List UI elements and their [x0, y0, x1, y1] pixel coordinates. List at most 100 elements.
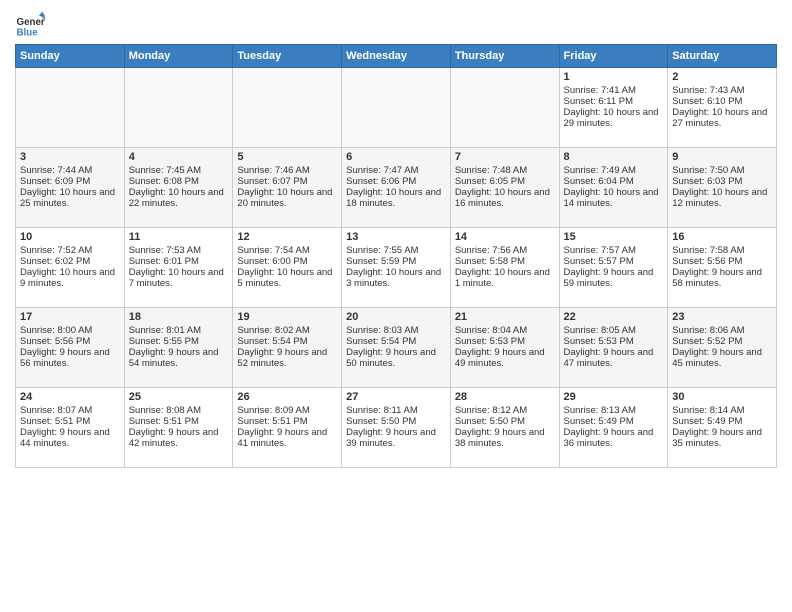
day-number: 11 [129, 231, 229, 243]
calendar-cell: 12Sunrise: 7:54 AMSunset: 6:00 PMDayligh… [233, 228, 342, 308]
sunrise-text: Sunrise: 8:11 AM [346, 405, 446, 416]
day-number: 22 [564, 311, 664, 323]
sunset-text: Sunset: 6:02 PM [20, 256, 120, 267]
calendar-cell: 18Sunrise: 8:01 AMSunset: 5:55 PMDayligh… [124, 308, 233, 388]
sunrise-text: Sunrise: 8:07 AM [20, 405, 120, 416]
sunrise-text: Sunrise: 8:05 AM [564, 325, 664, 336]
sunrise-text: Sunrise: 8:13 AM [564, 405, 664, 416]
day-number: 1 [564, 71, 664, 83]
daylight-text: Daylight: 9 hours and 58 minutes. [672, 267, 772, 289]
daylight-text: Daylight: 10 hours and 27 minutes. [672, 107, 772, 129]
sunrise-text: Sunrise: 7:48 AM [455, 165, 555, 176]
daylight-text: Daylight: 10 hours and 29 minutes. [564, 107, 664, 129]
week-row-2: 3Sunrise: 7:44 AMSunset: 6:09 PMDaylight… [16, 148, 777, 228]
sunset-text: Sunset: 5:50 PM [346, 416, 446, 427]
daylight-text: Daylight: 9 hours and 36 minutes. [564, 427, 664, 449]
calendar-cell: 17Sunrise: 8:00 AMSunset: 5:56 PMDayligh… [16, 308, 125, 388]
calendar-cell: 25Sunrise: 8:08 AMSunset: 5:51 PMDayligh… [124, 388, 233, 468]
col-header-thursday: Thursday [450, 45, 559, 68]
daylight-text: Daylight: 9 hours and 47 minutes. [564, 347, 664, 369]
sunset-text: Sunset: 5:49 PM [564, 416, 664, 427]
sunset-text: Sunset: 5:54 PM [346, 336, 446, 347]
calendar-cell: 28Sunrise: 8:12 AMSunset: 5:50 PMDayligh… [450, 388, 559, 468]
daylight-text: Daylight: 9 hours and 38 minutes. [455, 427, 555, 449]
day-number: 20 [346, 311, 446, 323]
day-number: 24 [20, 391, 120, 403]
daylight-text: Daylight: 10 hours and 25 minutes. [20, 187, 120, 209]
sunset-text: Sunset: 6:05 PM [455, 176, 555, 187]
daylight-text: Daylight: 10 hours and 9 minutes. [20, 267, 120, 289]
calendar-cell: 30Sunrise: 8:14 AMSunset: 5:49 PMDayligh… [668, 388, 777, 468]
day-number: 13 [346, 231, 446, 243]
calendar-cell: 10Sunrise: 7:52 AMSunset: 6:02 PMDayligh… [16, 228, 125, 308]
week-row-5: 24 Sunrise: 8:07 AMSunset: 5:51 PM Dayligh… [16, 388, 777, 468]
daylight-text: Daylight: 10 hours and 1 minute. [455, 267, 555, 289]
sunrise-text: Sunrise: 7:44 AM [20, 165, 120, 176]
calendar-cell: 19Sunrise: 8:02 AMSunset: 5:54 PMDayligh… [233, 308, 342, 388]
day-number: 19 [237, 311, 337, 323]
sunrise-text: Sunrise: 8:12 AM [455, 405, 555, 416]
day-number: 3 [20, 151, 120, 163]
day-number: 4 [129, 151, 229, 163]
calendar-cell: 11Sunrise: 7:53 AMSunset: 6:01 PMDayligh… [124, 228, 233, 308]
calendar-cell: 4Sunrise: 7:45 AMSunset: 6:08 PMDaylight… [124, 148, 233, 228]
sunset-text: Sunset: 6:06 PM [346, 176, 446, 187]
logo-icon: General Blue [15, 10, 45, 40]
day-number: 29 [564, 391, 664, 403]
calendar-cell: 15Sunrise: 7:57 AMSunset: 5:57 PMDayligh… [559, 228, 668, 308]
daylight-text: Daylight: 9 hours and 49 minutes. [455, 347, 555, 369]
sunset-text: Sunset: 5:58 PM [455, 256, 555, 267]
sunrise-text: Sunrise: 8:09 AM [237, 405, 337, 416]
calendar-cell: 1Sunrise: 7:41 AMSunset: 6:11 PMDaylight… [559, 68, 668, 148]
day-number: 21 [455, 311, 555, 323]
calendar-cell: 20Sunrise: 8:03 AMSunset: 5:54 PMDayligh… [342, 308, 451, 388]
sunrise-text: Sunrise: 8:08 AM [129, 405, 229, 416]
day-number: 14 [455, 231, 555, 243]
sunset-text: Sunset: 5:54 PM [237, 336, 337, 347]
day-number: 9 [672, 151, 772, 163]
daylight-text: Daylight: 10 hours and 12 minutes. [672, 187, 772, 209]
calendar-cell: 16Sunrise: 7:58 AMSunset: 5:56 PMDayligh… [668, 228, 777, 308]
daylight-text: Daylight: 10 hours and 14 minutes. [564, 187, 664, 209]
sunrise-text: Sunrise: 7:46 AM [237, 165, 337, 176]
sunset-text: Sunset: 5:51 PM [20, 416, 120, 427]
sunset-text: Sunset: 6:00 PM [237, 256, 337, 267]
daylight-text: Daylight: 10 hours and 5 minutes. [237, 267, 337, 289]
calendar-cell: 22Sunrise: 8:05 AMSunset: 5:53 PMDayligh… [559, 308, 668, 388]
week-row-4: 17Sunrise: 8:00 AMSunset: 5:56 PMDayligh… [16, 308, 777, 388]
daylight-text: Daylight: 10 hours and 20 minutes. [237, 187, 337, 209]
calendar-cell [233, 68, 342, 148]
daylight-text: Daylight: 9 hours and 45 minutes. [672, 347, 772, 369]
col-header-monday: Monday [124, 45, 233, 68]
calendar-cell: 8Sunrise: 7:49 AMSunset: 6:04 PMDaylight… [559, 148, 668, 228]
sunset-text: Sunset: 5:53 PM [455, 336, 555, 347]
sunrise-text: Sunrise: 7:43 AM [672, 85, 772, 96]
logo: General Blue [15, 10, 45, 40]
day-number: 26 [237, 391, 337, 403]
calendar-cell [450, 68, 559, 148]
daylight-text: Daylight: 10 hours and 22 minutes. [129, 187, 229, 209]
calendar-cell [342, 68, 451, 148]
sunrise-text: Sunrise: 7:53 AM [129, 245, 229, 256]
sunset-text: Sunset: 6:07 PM [237, 176, 337, 187]
sunset-text: Sunset: 6:03 PM [672, 176, 772, 187]
col-header-saturday: Saturday [668, 45, 777, 68]
day-number: 5 [237, 151, 337, 163]
day-number: 2 [672, 71, 772, 83]
daylight-text: Daylight: 9 hours and 54 minutes. [129, 347, 229, 369]
col-header-tuesday: Tuesday [233, 45, 342, 68]
day-number: 18 [129, 311, 229, 323]
sunrise-text: Sunrise: 7:50 AM [672, 165, 772, 176]
day-number: 27 [346, 391, 446, 403]
sunrise-text: Sunrise: 8:04 AM [455, 325, 555, 336]
calendar-cell: 5 Sunrise: 7:46 AMSunset: 6:07 PMDaylight… [233, 148, 342, 228]
week-row-3: 10Sunrise: 7:52 AMSunset: 6:02 PMDayligh… [16, 228, 777, 308]
sunset-text: Sunset: 5:49 PM [672, 416, 772, 427]
calendar-cell: 14Sunrise: 7:56 AMSunset: 5:58 PMDayligh… [450, 228, 559, 308]
calendar-cell: 24Sunrise: 8:07 AMSunset: 5:51 PMDayligh… [16, 388, 125, 468]
daylight-text: Daylight: 10 hours and 7 minutes. [129, 267, 229, 289]
calendar-cell: 27Sunrise: 8:11 AMSunset: 5:50 PMDayligh… [342, 388, 451, 468]
svg-text:General: General [17, 17, 46, 28]
day-number: 23 [672, 311, 772, 323]
sunrise-text: Sunrise: 7:49 AM [564, 165, 664, 176]
